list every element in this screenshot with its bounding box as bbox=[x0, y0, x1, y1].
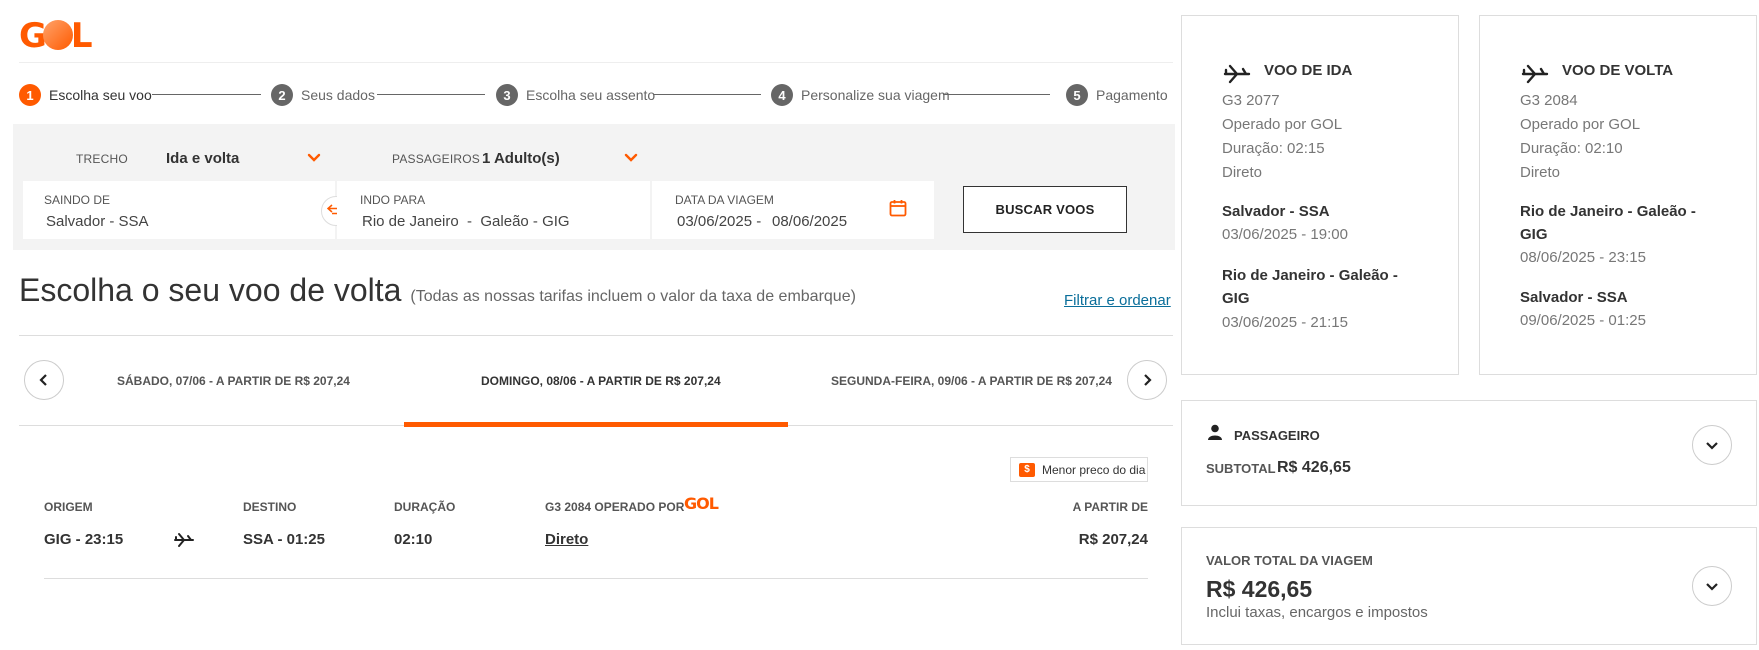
dollar-icon: $ bbox=[1019, 462, 1035, 477]
subtotal-value: R$ 426,65 bbox=[1277, 459, 1351, 476]
chevron-down-icon[interactable] bbox=[307, 151, 321, 165]
destination-header: DESTINO bbox=[243, 500, 297, 514]
plane-icon bbox=[1223, 64, 1251, 84]
total-card[interactable]: VALOR TOTAL DA VIAGEM R$ 426,65 Inclui t… bbox=[1181, 527, 1757, 645]
header-divider bbox=[19, 62, 1173, 63]
passageiros-select[interactable]: PASSAGEIROS bbox=[392, 150, 480, 168]
total-note: Inclui taxas, encargos e impostos bbox=[1206, 604, 1428, 621]
step-personalize[interactable]: 4 Personalize sua viagem bbox=[771, 84, 950, 106]
date-tab-domingo[interactable]: DOMINGO, 08/06 - A PARTIR DE R$ 207,24 bbox=[481, 374, 721, 388]
prev-date-button[interactable] bbox=[24, 360, 64, 400]
origin-field[interactable]: SAINDO DE Salvador - SSA bbox=[23, 181, 335, 239]
origin-header: ORIGEM bbox=[44, 500, 93, 514]
plane-icon bbox=[1521, 64, 1549, 84]
filtrar-ordenar-link[interactable]: Filtrar e ordenar bbox=[1064, 292, 1171, 309]
expand-passenger-button[interactable] bbox=[1692, 425, 1732, 465]
destination-value: SSA - 01:25 bbox=[243, 531, 325, 548]
date-tab-sabado[interactable]: SÁBADO, 07/06 - A PARTIR DE R$ 207,24 bbox=[117, 374, 350, 388]
expand-total-button[interactable] bbox=[1692, 566, 1732, 606]
page-title: Escolha o seu voo de volta (Todas as nos… bbox=[19, 272, 856, 308]
buscar-voos-button[interactable]: BUSCAR VOOS bbox=[963, 186, 1127, 233]
chevron-left-icon bbox=[39, 374, 47, 386]
step-seus-dados[interactable]: 2 Seus dados bbox=[271, 84, 375, 106]
total-title: VALOR TOTAL DA VIAGEM bbox=[1206, 553, 1373, 568]
price-header: A PARTIR DE bbox=[1072, 500, 1148, 514]
origin-value[interactable]: Salvador - SSA bbox=[46, 213, 149, 230]
step-connector bbox=[653, 94, 761, 95]
destination-value[interactable]: Rio de Janeiro - Galeão - GIG bbox=[362, 213, 570, 230]
passenger-title: PASSAGEIRO bbox=[1234, 428, 1320, 443]
date-field[interactable]: DATA DA VIAGEM 03/06/2025 - 08/06/2025 bbox=[652, 181, 934, 239]
direto-link[interactable]: Direto bbox=[545, 531, 588, 548]
active-tab-indicator bbox=[404, 422, 788, 427]
price-value[interactable]: R$ 207,24 bbox=[1000, 531, 1148, 548]
date-from-value[interactable]: 03/06/2025 - bbox=[677, 213, 761, 230]
page-subtitle: (Todas as nossas tarifas incluem o valor… bbox=[410, 288, 856, 305]
date-tab-segunda[interactable]: SEGUNDA-FEIRA, 09/06 - A PARTIR DE R$ 20… bbox=[831, 374, 1112, 388]
return-card: VOO DE VOLTA G3 2084 Operado por GOL Dur… bbox=[1479, 15, 1757, 375]
duration-value: 02:10 bbox=[394, 531, 433, 548]
chevron-right-icon bbox=[1144, 374, 1152, 386]
operator-header: G3 2084 OPERADO POR bbox=[545, 500, 685, 514]
chevron-down-icon bbox=[1706, 583, 1718, 591]
duration-header: DURAÇÃO bbox=[394, 500, 456, 514]
gol-mini-logo: GOL bbox=[684, 494, 719, 513]
passageiros-value[interactable]: 1 Adulto(s) bbox=[482, 150, 560, 167]
total-value: R$ 426,65 bbox=[1206, 576, 1313, 602]
passenger-card[interactable]: PASSAGEIRO SUBTOTAL R$ 426,65 bbox=[1181, 400, 1757, 506]
step-escolha-assento[interactable]: 3 Escolha seu assento bbox=[496, 84, 655, 106]
step-pagamento[interactable]: 5 Pagamento bbox=[1066, 84, 1168, 106]
outbound-title: VOO DE IDA bbox=[1264, 62, 1353, 79]
calendar-icon[interactable] bbox=[889, 199, 907, 217]
step-connector bbox=[152, 94, 261, 95]
gol-logo[interactable]: GL bbox=[19, 16, 93, 56]
chevron-down-icon[interactable] bbox=[624, 151, 638, 165]
step-connector bbox=[943, 94, 1050, 95]
trecho-value[interactable]: Ida e volta bbox=[166, 150, 239, 167]
date-to-value[interactable]: 08/06/2025 bbox=[772, 213, 847, 230]
return-title: VOO DE VOLTA bbox=[1562, 62, 1674, 79]
step-escolha-voo[interactable]: 1 Escolha seu voo bbox=[19, 84, 152, 106]
step-connector bbox=[377, 94, 485, 95]
plane-icon bbox=[174, 533, 194, 547]
origin-value: GIG - 23:15 bbox=[44, 531, 124, 548]
trecho-select[interactable]: TRECHO bbox=[76, 150, 128, 168]
next-date-button[interactable] bbox=[1127, 360, 1167, 400]
booking-stepper: 1 Escolha seu voo 2 Seus dados 3 Escolha… bbox=[19, 84, 1168, 106]
menor-preco-badge: $ Menor preco do dia bbox=[1010, 457, 1148, 482]
chevron-down-icon bbox=[1706, 442, 1718, 450]
user-icon bbox=[1208, 424, 1222, 440]
outbound-card: VOO DE IDA G3 2077 Operado por GOL Duraç… bbox=[1181, 15, 1459, 375]
destination-field[interactable]: INDO PARA Rio de Janeiro - Galeão - GIG bbox=[337, 181, 650, 239]
flight-row-divider bbox=[44, 578, 1148, 579]
divider bbox=[19, 335, 1173, 336]
